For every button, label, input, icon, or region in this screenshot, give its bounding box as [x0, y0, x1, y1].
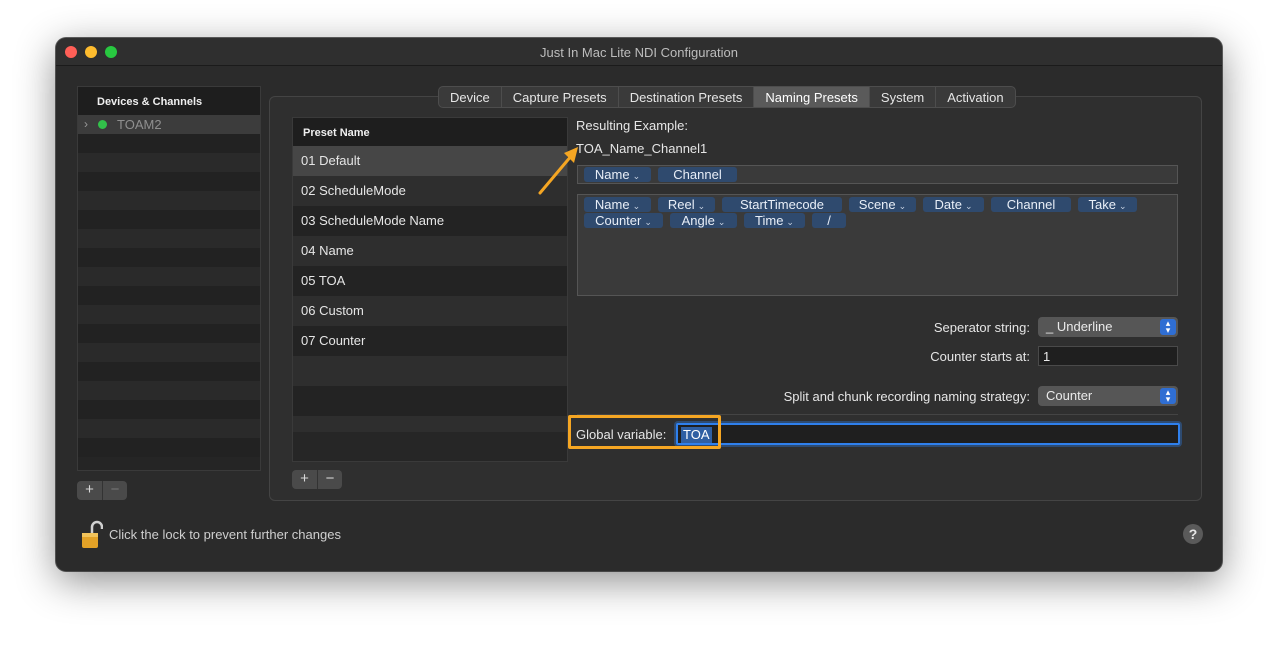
token-name[interactable]: Name ⌄ — [584, 167, 651, 182]
sidebar-item-device[interactable]: › TOAM2 — [78, 115, 260, 134]
sidebar-remove-button[interactable]: − — [102, 481, 127, 500]
resulting-example-label: Resulting Example: — [576, 118, 688, 133]
tab-destination-presets[interactable]: Destination Presets — [617, 87, 754, 107]
chevron-down-icon: ⌄ — [786, 217, 794, 227]
preset-list: Preset Name 01 Default 02 ScheduleMode 0… — [292, 117, 568, 462]
preset-empty-row — [293, 386, 567, 416]
app-window: Just In Mac Lite NDI Configuration Devic… — [56, 38, 1222, 571]
preset-remove-button[interactable]: − — [317, 470, 342, 489]
chevron-down-icon: ⌄ — [1118, 201, 1127, 211]
annotation-arrow-icon — [538, 147, 578, 195]
preset-add-button[interactable]: + — [292, 470, 317, 489]
token-time[interactable]: Time ⌄ — [744, 213, 805, 228]
preset-empty-row — [293, 416, 567, 432]
preset-item[interactable]: 01 Default — [293, 146, 567, 176]
token-name[interactable]: Name ⌄ — [584, 197, 651, 212]
preset-item[interactable]: 02 ScheduleMode — [293, 176, 567, 206]
separator-popup[interactable]: _ Underline ▴ ▾ — [1038, 317, 1178, 337]
preset-item[interactable]: 06 Custom — [293, 296, 567, 326]
preset-item[interactable]: 05 TOA — [293, 266, 567, 296]
preset-empty-row — [293, 356, 567, 386]
token-counter[interactable]: Counter ⌄ — [584, 213, 663, 228]
window-title: Just In Mac Lite NDI Configuration — [540, 45, 738, 60]
chevron-down-icon: ⌄ — [964, 201, 973, 211]
token-start-timecode[interactable]: StartTimecode — [722, 197, 842, 212]
devices-sidebar: Devices & Channels › TOAM2 — [77, 86, 261, 471]
chevron-down-icon: ⌄ — [632, 201, 641, 211]
preset-item[interactable]: 07 Counter — [293, 326, 567, 356]
help-button[interactable]: ? — [1183, 524, 1203, 544]
unlocked-padlock-icon[interactable] — [81, 520, 103, 550]
tab-activation[interactable]: Activation — [935, 87, 1014, 107]
sidebar-empty-rows — [78, 134, 260, 457]
counter-start-label: Counter starts at: — [930, 349, 1030, 364]
chevron-down-icon: ⌄ — [697, 201, 706, 211]
sidebar-header: Devices & Channels — [78, 87, 260, 115]
chevron-down-icon: ⌄ — [898, 201, 907, 211]
token-angle[interactable]: Angle ⌄ — [670, 213, 737, 228]
token-reel[interactable]: Reel ⌄ — [658, 197, 715, 212]
split-strategy-popup[interactable]: Counter ▴ ▾ — [1038, 386, 1178, 406]
tab-bar: Device Capture Presets Destination Prese… — [438, 86, 1016, 108]
tab-system[interactable]: System — [868, 87, 935, 107]
preset-item[interactable]: 04 Name — [293, 236, 567, 266]
tab-capture-presets[interactable]: Capture Presets — [500, 87, 618, 107]
global-variable-input[interactable]: TOA — [676, 423, 1180, 445]
preset-list-header: Preset Name — [293, 118, 567, 146]
separator-label: Seperator string: — [933, 320, 1030, 335]
status-dot-icon — [98, 120, 107, 129]
token-scene[interactable]: Scene ⌄ — [849, 197, 916, 212]
device-label: TOAM2 — [117, 117, 162, 132]
updown-chevron-icon: ▴ ▾ — [1160, 319, 1176, 335]
chevron-down-icon: ⌄ — [717, 217, 726, 227]
sidebar-add-button[interactable]: + — [77, 481, 102, 500]
token-slash[interactable]: / — [812, 213, 846, 228]
tab-naming-presets[interactable]: Naming Presets — [753, 87, 869, 107]
token-channel[interactable]: Channel — [658, 167, 737, 182]
counter-start-input[interactable]: 1 — [1038, 346, 1178, 366]
token-channel[interactable]: Channel — [991, 197, 1071, 212]
chevron-down-icon: ⌄ — [632, 171, 641, 181]
preset-add-remove: + − — [292, 470, 342, 489]
split-strategy-label: Split and chunk recording naming strateg… — [783, 389, 1030, 404]
sidebar-add-remove: + − — [77, 481, 127, 500]
token-take[interactable]: Take ⌄ — [1078, 197, 1137, 212]
annotation-highlight-box — [568, 415, 721, 449]
title-bar: Just In Mac Lite NDI Configuration — [56, 38, 1222, 66]
updown-chevron-icon: ▴ ▾ — [1160, 388, 1176, 404]
lock-hint-text[interactable]: Click the lock to prevent further change… — [109, 527, 341, 542]
disclosure-chevron-icon[interactable]: › — [84, 117, 88, 131]
resulting-example-value: TOA_Name_Channel1 — [576, 141, 708, 156]
tab-device[interactable]: Device — [439, 87, 501, 107]
chevron-down-icon: ⌄ — [644, 217, 652, 227]
token-date[interactable]: Date ⌄ — [923, 197, 984, 212]
preset-item[interactable]: 03 ScheduleMode Name — [293, 206, 567, 236]
